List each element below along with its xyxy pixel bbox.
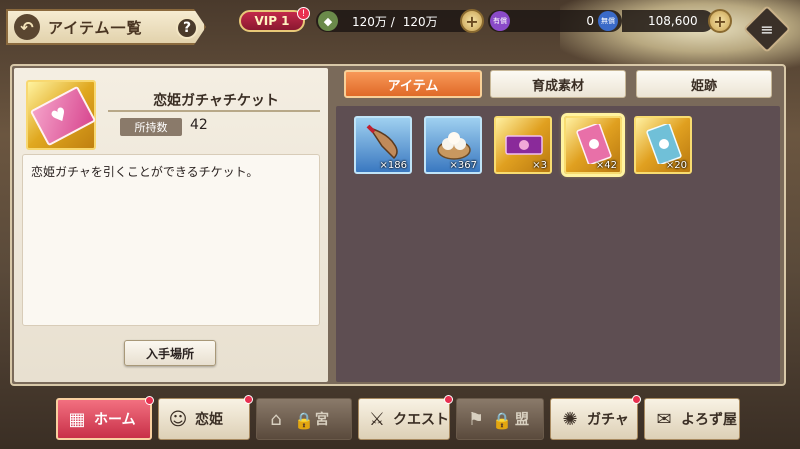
- item-slot-selected[interactable]: ×42: [561, 113, 625, 177]
- heroines-notification-dot: [244, 395, 253, 404]
- stamina-value: 120万 /: [352, 14, 395, 29]
- stamina-bar: ◆ 120万 / 120万: [316, 10, 478, 32]
- vip-notification-icon: !: [297, 7, 310, 20]
- gacha-burst-icon: ✺: [562, 408, 578, 430]
- tab-materials[interactable]: 育成素材: [490, 70, 626, 98]
- nav-palace-label: 宮: [315, 412, 329, 428]
- nav-home[interactable]: ▦ ホーム: [56, 396, 154, 440]
- nav-heroines-label: 恋姫: [195, 412, 223, 428]
- pink-ticket-icon: ♥: [29, 85, 97, 147]
- nav-alliance-label: 盟: [515, 412, 529, 428]
- item-slot[interactable]: ×20: [634, 116, 692, 174]
- crossed-swords-icon: ⚔: [368, 408, 386, 430]
- gacha-notification-dot: [632, 395, 641, 404]
- tab-traces[interactable]: 姫跡: [636, 70, 772, 98]
- paid-gem-icon: 有償: [490, 11, 510, 31]
- item-count: ×367: [449, 160, 477, 171]
- nav-home-label: ホーム: [94, 412, 136, 428]
- steamer-buns-icon: [437, 132, 471, 160]
- palace-icon: ⌂: [270, 408, 282, 430]
- owned-value: 42: [190, 117, 208, 133]
- free-gem-icon: 無償: [598, 11, 618, 31]
- owned-label: 所持数: [120, 118, 182, 136]
- page-title: アイテム一覧: [48, 18, 143, 37]
- nav-shop-label: よろず屋: [681, 412, 737, 428]
- nav-heroines[interactable]: ☺ 恋姫: [158, 395, 253, 440]
- paid-gems-value: 0: [586, 14, 594, 28]
- home-icon: ▦: [68, 408, 86, 430]
- gems-plus-button[interactable]: +: [708, 9, 732, 33]
- stamina-max: 120万: [402, 14, 438, 29]
- stamina-icon: ◆: [318, 11, 338, 31]
- heroine-portrait-icon: ☺: [168, 408, 188, 430]
- divider: [108, 110, 320, 112]
- free-gems-value: 108,600: [648, 14, 698, 28]
- nav-quest[interactable]: ⚔ クエスト: [358, 395, 453, 440]
- item-count: ×3: [532, 160, 547, 171]
- quest-notification-dot: [444, 395, 453, 404]
- lock-icon: 🔒: [492, 410, 512, 430]
- nav-shop[interactable]: ✉ よろず屋: [644, 398, 740, 440]
- shop-bag-icon: ✉: [656, 408, 672, 430]
- nav-gacha[interactable]: ✺ ガチャ: [550, 395, 641, 440]
- item-description: 恋姫ガチャを引くことができるチケット。: [22, 154, 320, 326]
- item-count: ×20: [665, 160, 687, 171]
- item-slot[interactable]: ×367: [424, 116, 482, 174]
- selected-item-icon: ♥: [26, 80, 97, 150]
- purple-ticket-icon: [505, 135, 543, 155]
- free-gems-bar: 108,600: [622, 10, 714, 32]
- pink-ticket-icon: [576, 124, 612, 164]
- conch-horn-icon: [366, 124, 398, 160]
- lock-icon: 🔒: [294, 410, 314, 430]
- nav-alliance[interactable]: ⚑ 盟 🔒: [456, 398, 544, 440]
- paid-gems-bar: 有償 0 無償: [488, 10, 622, 32]
- nav-palace[interactable]: ⌂ 宮 🔒: [256, 398, 352, 440]
- help-button[interactable]: ?: [176, 17, 198, 39]
- vip-badge[interactable]: VIP 1: [239, 10, 305, 32]
- item-slot[interactable]: ×3: [494, 116, 552, 174]
- home-notification-dot: [145, 396, 154, 405]
- nav-quest-label: クエスト: [393, 412, 449, 428]
- item-slot[interactable]: ×186: [354, 116, 412, 174]
- acquisition-source-button[interactable]: 入手場所: [124, 340, 216, 366]
- item-name: 恋姫ガチャチケット: [153, 93, 279, 109]
- back-arrow-icon: ↶: [14, 14, 40, 40]
- tab-items[interactable]: アイテム: [344, 70, 482, 98]
- flag-icon: ⚑: [467, 408, 485, 430]
- blue-ticket-icon: [646, 124, 682, 164]
- item-count: ×186: [379, 160, 407, 171]
- item-count: ×42: [595, 160, 617, 171]
- menu-icon: ≡: [760, 19, 774, 39]
- stamina-plus-button[interactable]: +: [460, 9, 484, 33]
- nav-gacha-label: ガチャ: [587, 412, 629, 428]
